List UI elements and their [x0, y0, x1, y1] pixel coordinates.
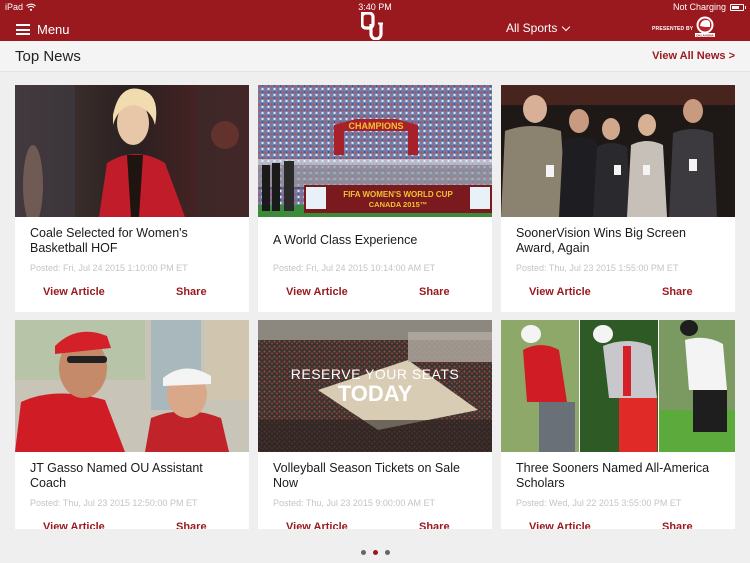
article-date: Posted: Thu, Jul 23 2015 9:00:00 AM ET — [273, 498, 435, 508]
battery-icon — [730, 3, 746, 11]
article-title[interactable]: A World Class Experience — [273, 233, 483, 248]
image-caption: CHAMPIONS — [348, 121, 403, 131]
sponsor-logo-icon[interactable]: OKLAHOMA — [693, 16, 717, 38]
presented-by-label: PRESENTED BY — [652, 26, 694, 32]
article-image[interactable]: CHAMPIONS FIFA WOMEN'S WORLD CUP CANADA … — [258, 85, 492, 217]
page-dot[interactable] — [384, 550, 390, 555]
sponsor-text: OKLAHOMA — [696, 33, 714, 37]
article-title[interactable]: Three Sooners Named All-America Scholars — [516, 461, 726, 491]
view-article-button[interactable]: View Article — [286, 286, 348, 298]
news-card[interactable]: Three Sooners Named All-America Scholars… — [501, 320, 735, 529]
section-header: Top News View All News > — [0, 41, 750, 72]
sports-selector[interactable]: All Sports — [506, 21, 571, 35]
article-image[interactable]: RESERVE YOUR SEATS TODAY — [258, 320, 492, 452]
view-article-button[interactable]: View Article — [529, 521, 591, 529]
image-caption: FIFA WOMEN'S WORLD CUP — [343, 190, 453, 199]
menu-label: Menu — [37, 22, 70, 37]
battery-status: Not Charging — [672, 2, 726, 12]
view-article-button[interactable]: View Article — [286, 521, 348, 529]
view-article-button[interactable]: View Article — [43, 286, 105, 298]
status-time: 3:40 PM — [358, 2, 392, 12]
hamburger-icon — [16, 24, 30, 35]
view-article-button[interactable]: View Article — [43, 521, 105, 529]
share-button[interactable]: Share — [662, 286, 693, 298]
page-dot[interactable] — [372, 550, 378, 555]
article-title[interactable]: Coale Selected for Women's Basketball HO… — [30, 226, 240, 256]
article-date: Posted: Fri, Jul 24 2015 10:14:00 AM ET — [273, 263, 436, 273]
news-card[interactable]: JT Gasso Named OU Assistant Coach Posted… — [15, 320, 249, 529]
chevron-down-icon — [562, 22, 571, 31]
article-date: Posted: Thu, Jul 23 2015 1:55:00 PM ET — [516, 263, 679, 273]
news-card[interactable]: Coale Selected for Women's Basketball HO… — [15, 85, 249, 312]
view-article-button[interactable]: View Article — [529, 286, 591, 298]
share-button[interactable]: Share — [419, 521, 450, 529]
article-image[interactable] — [501, 85, 735, 217]
article-date: Posted: Fri, Jul 24 2015 1:10:00 PM ET — [30, 263, 188, 273]
image-caption: RESERVE YOUR SEATS — [291, 366, 460, 382]
article-date: Posted: Wed, Jul 22 2015 3:55:00 PM ET — [516, 498, 682, 508]
article-image[interactable] — [501, 320, 735, 452]
sports-selector-label: All Sports — [506, 21, 558, 35]
news-card[interactable]: RESERVE YOUR SEATS TODAY Volleyball Seas… — [258, 320, 492, 529]
image-caption: CANADA 2015™ — [369, 200, 428, 209]
menu-button[interactable]: Menu — [16, 22, 70, 37]
image-caption: TODAY — [338, 381, 413, 406]
news-card[interactable]: CHAMPIONS FIFA WOMEN'S WORLD CUP CANADA … — [258, 85, 492, 312]
article-title[interactable]: JT Gasso Named OU Assistant Coach — [30, 461, 240, 491]
page-indicator — [0, 550, 750, 555]
article-title[interactable]: SoonerVision Wins Big Screen Award, Agai… — [516, 226, 726, 256]
page-title: Top News — [15, 48, 81, 65]
status-right: Not Charging — [672, 2, 746, 12]
article-image[interactable] — [15, 320, 249, 452]
share-button[interactable]: Share — [419, 286, 450, 298]
share-button[interactable]: Share — [176, 521, 207, 529]
view-all-news-link[interactable]: View All News > — [652, 50, 735, 62]
article-image[interactable] — [15, 85, 249, 217]
news-card[interactable]: SoonerVision Wins Big Screen Award, Agai… — [501, 85, 735, 312]
pagination-bar — [0, 529, 750, 563]
page-dot[interactable] — [360, 550, 366, 555]
article-title[interactable]: Volleyball Season Tickets on Sale Now — [273, 461, 483, 491]
share-button[interactable]: Share — [662, 521, 693, 529]
ou-logo-icon[interactable] — [361, 12, 385, 40]
share-button[interactable]: Share — [176, 286, 207, 298]
article-date: Posted: Thu, Jul 23 2015 12:50:00 PM ET — [30, 498, 198, 508]
top-nav-bar: iPad 3:40 PM Not Charging Menu All Sport… — [0, 0, 750, 41]
